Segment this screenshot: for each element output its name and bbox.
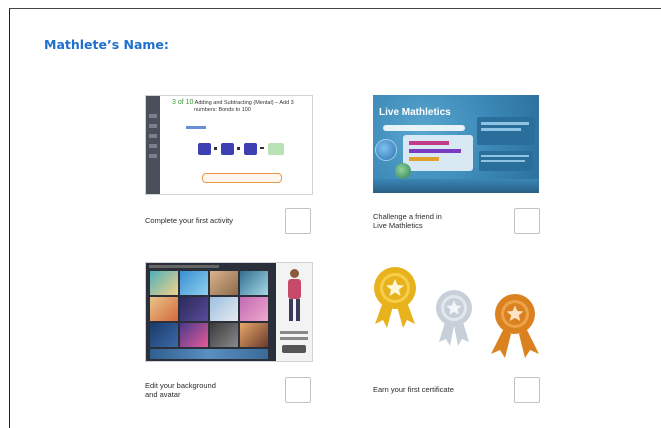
page-border-left	[9, 8, 10, 428]
avatar-figure	[284, 269, 304, 329]
checkbox-challenge-friend[interactable]	[514, 208, 540, 234]
activity-next-button	[202, 173, 282, 183]
number-box-3	[244, 143, 257, 155]
task-label-complete-activity: Complete your first activity	[145, 216, 233, 225]
bronze-ribbon-icon	[491, 294, 539, 358]
checkbox-edit-background[interactable]	[285, 377, 311, 403]
live-search-bar	[383, 125, 465, 131]
number-box-2	[221, 143, 234, 155]
avatar-editor-screenshot	[145, 262, 313, 362]
activity-progress: 3 of 10	[172, 99, 194, 106]
task-label-edit-background: Edit your background and avatar	[145, 381, 216, 399]
number-box-1	[198, 143, 211, 155]
page-border-top	[9, 8, 661, 9]
activity-title: Adding and Subtracting (Mental) – Add 3	[194, 100, 294, 106]
globe-icon-2	[395, 163, 411, 179]
activity-screenshot: 3 of 10 Adding and Subtracting (Mental) …	[145, 95, 313, 195]
gold-ribbon-icon	[374, 267, 416, 328]
answer-box	[268, 143, 284, 155]
activity-subtitle: numbers: Bonds to 100	[194, 107, 251, 113]
certificate-ribbons-illustration	[374, 267, 539, 358]
globe-icon	[375, 139, 397, 161]
live-mathletics-screenshot: Live Mathletics	[373, 95, 539, 193]
checkbox-earn-certificate[interactable]	[514, 377, 540, 403]
live-heading: Live Mathletics	[379, 107, 451, 118]
mathlete-name-heading: Mathlete’s Name:	[44, 37, 169, 52]
silver-ribbon-icon	[436, 290, 472, 346]
task-label-earn-certificate: Earn your first certificate	[373, 385, 454, 394]
checkbox-complete-activity[interactable]	[285, 208, 311, 234]
task-label-challenge-friend: Challenge a friend in Live Mathletics	[373, 212, 442, 230]
